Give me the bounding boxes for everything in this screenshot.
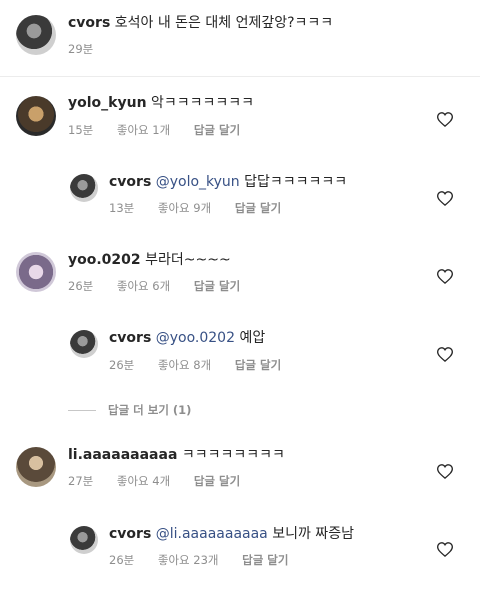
- comment-likes[interactable]: 좋아요 4개: [117, 474, 170, 488]
- comment-time: 27분: [68, 474, 94, 488]
- divider: [0, 76, 480, 77]
- reply-button[interactable]: 답글 달기: [242, 553, 288, 567]
- avatar[interactable]: [70, 174, 98, 202]
- reply-button[interactable]: 답글 달기: [235, 201, 281, 215]
- comment-meta: 27분 좋아요 4개 답글 달기: [68, 474, 260, 488]
- comment-time: 26분: [109, 553, 135, 567]
- comment-username[interactable]: cvors: [109, 330, 151, 346]
- comment-text: li.aaaaaaaaaa ㅋㅋㅋㅋㅋㅋㅋㅋ: [68, 446, 285, 464]
- comment-meta: 26분 좋아요 23개 답글 달기: [109, 553, 308, 567]
- comment-username[interactable]: yoo.0202: [68, 252, 141, 268]
- comment-body: 부라더~~~~: [145, 252, 231, 268]
- comment-text: yoo.0202 부라더~~~~: [68, 251, 231, 269]
- comment-likes[interactable]: 좋아요 9개: [158, 201, 211, 215]
- comment-text: cvors @yolo_kyun 답답ㅋㅋㅋㅋㅋㅋ: [109, 173, 347, 191]
- comment-body: ㅋㅋㅋㅋㅋㅋㅋㅋ: [181, 447, 285, 463]
- mention-link[interactable]: @li.aaaaaaaaaa: [156, 526, 268, 542]
- comment-username[interactable]: cvors: [109, 174, 151, 190]
- avatar[interactable]: [70, 330, 98, 358]
- avatar[interactable]: [16, 96, 56, 136]
- comment-time: 26분: [68, 279, 94, 293]
- heart-outline-icon[interactable]: [437, 191, 453, 206]
- comment-meta: 26분 좋아요 6개 답글 달기: [68, 279, 260, 293]
- caption-body: 호석아 내 돈은 대체 언제갚앙?ㅋㅋㅋ: [114, 15, 334, 31]
- mention-link[interactable]: @yolo_kyun: [156, 174, 240, 190]
- comment-body: 답답ㅋㅋㅋㅋㅋㅋ: [244, 174, 348, 190]
- comment-text: yolo_kyun 악ㅋㅋㅋㅋㅋㅋㅋ: [68, 94, 254, 112]
- avatar[interactable]: [70, 526, 98, 554]
- comment-time: 15분: [68, 123, 94, 137]
- comment-text: cvors @yoo.0202 예압: [109, 329, 265, 347]
- comment-likes[interactable]: 좋아요 23개: [158, 553, 219, 567]
- reply-button[interactable]: 답글 달기: [194, 474, 240, 488]
- view-more-replies-label: 답글 더 보기 (1): [108, 403, 192, 417]
- comment-meta: 13분 좋아요 9개 답글 달기: [109, 201, 301, 215]
- heart-outline-icon[interactable]: [437, 347, 453, 362]
- heart-outline-icon[interactable]: [437, 464, 453, 479]
- caption-time: 29분: [68, 42, 94, 56]
- reply-button[interactable]: 답글 달기: [235, 358, 281, 372]
- mention-link[interactable]: @yoo.0202: [156, 330, 235, 346]
- caption-username[interactable]: cvors: [68, 15, 110, 31]
- comment-body: 예압: [239, 330, 266, 346]
- reply-button[interactable]: 답글 달기: [194, 123, 240, 137]
- heart-outline-icon[interactable]: [437, 542, 453, 557]
- comment-meta: 15분 좋아요 1개 답글 달기: [68, 123, 260, 137]
- comment-text: cvors @li.aaaaaaaaaa 보니까 짜증남: [109, 525, 354, 543]
- avatar[interactable]: [16, 15, 56, 55]
- comment-username[interactable]: li.aaaaaaaaaa: [68, 447, 177, 463]
- comment-username[interactable]: yolo_kyun: [68, 95, 147, 111]
- comment-time: 26분: [109, 358, 135, 372]
- reply-button[interactable]: 답글 달기: [194, 279, 240, 293]
- comment-username[interactable]: cvors: [109, 526, 151, 542]
- heart-outline-icon[interactable]: [437, 269, 453, 284]
- comment-body: 보니까 짜증남: [272, 526, 354, 542]
- heart-outline-icon[interactable]: [437, 112, 453, 127]
- view-more-replies-button[interactable]: 답글 더 보기 (1): [68, 402, 191, 418]
- caption-text: cvors 호석아 내 돈은 대체 언제갚앙?ㅋㅋㅋ: [68, 14, 333, 32]
- comment-likes[interactable]: 좋아요 6개: [117, 279, 170, 293]
- comment-body: 악ㅋㅋㅋㅋㅋㅋㅋ: [150, 95, 255, 111]
- comment-likes[interactable]: 좋아요 1개: [117, 123, 170, 137]
- caption-meta: 29분: [68, 42, 113, 56]
- divider: [68, 410, 96, 411]
- comment-likes[interactable]: 좋아요 8개: [158, 358, 211, 372]
- avatar[interactable]: [16, 252, 56, 292]
- comment-meta: 26분 좋아요 8개 답글 달기: [109, 358, 301, 372]
- avatar[interactable]: [16, 447, 56, 487]
- comment-time: 13분: [109, 201, 135, 215]
